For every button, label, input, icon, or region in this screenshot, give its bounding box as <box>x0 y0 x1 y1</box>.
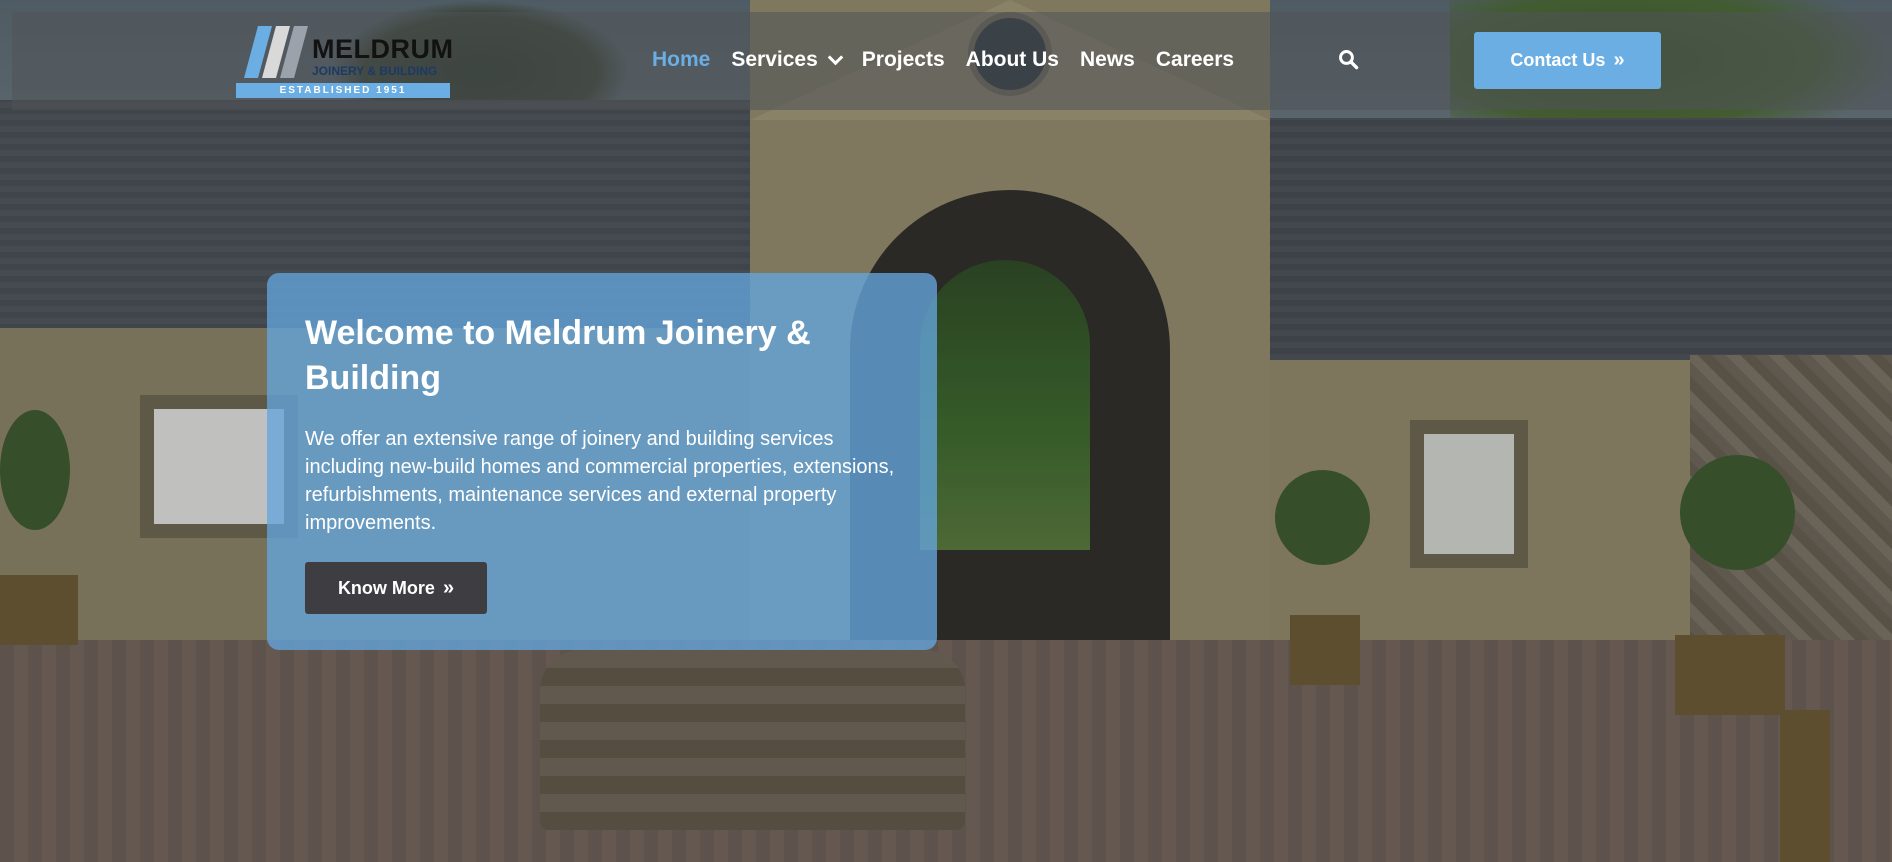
nav-item-home[interactable]: Home <box>652 48 710 72</box>
contact-us-label: Contact Us <box>1510 50 1606 70</box>
logo-name: MELDRUM <box>312 34 454 64</box>
chevron-down-icon <box>827 49 844 65</box>
double-chevron-right-icon: » <box>442 576 455 599</box>
nav-item-label: About Us <box>965 48 1059 71</box>
nav-item-projects[interactable]: Projects <box>862 48 945 72</box>
nav-item-services[interactable]: Services <box>731 48 844 72</box>
main-nav: Home Services Projects About Us News Car… <box>652 48 1255 72</box>
search-button[interactable] <box>1338 49 1364 75</box>
nav-item-label: Careers <box>1155 48 1235 71</box>
logo-established: ESTABLISHED 1951 <box>236 83 450 98</box>
hero-description: We offer an extensive range of joinery a… <box>305 428 895 534</box>
search-icon <box>1339 50 1359 70</box>
hero-title: Welcome to Meldrum Joinery & Building <box>305 314 811 397</box>
double-chevron-right-icon: » <box>1613 49 1625 71</box>
nav-item-careers[interactable]: Careers <box>1156 48 1234 72</box>
know-more-button[interactable]: Know More » <box>305 562 487 614</box>
know-more-label: Know More <box>337 577 435 598</box>
nav-item-about-us[interactable]: About Us <box>966 48 1059 72</box>
logo-mark-icon <box>244 26 308 78</box>
nav-item-label: News <box>1079 48 1135 71</box>
nav-item-news[interactable]: News <box>1080 48 1135 72</box>
nav-item-label: Services <box>731 48 818 71</box>
nav-item-label: Home <box>652 48 711 71</box>
nav-item-label: Projects <box>861 48 945 71</box>
site-logo[interactable]: MELDRUM JOINERY & BUILDING ESTABLISHED 1… <box>236 26 454 98</box>
hero-card: Welcome to Meldrum Joinery & Building We… <box>267 273 937 650</box>
logo-subtitle: JOINERY & BUILDING <box>312 64 438 78</box>
contact-us-button[interactable]: Contact Us » <box>1474 32 1661 89</box>
